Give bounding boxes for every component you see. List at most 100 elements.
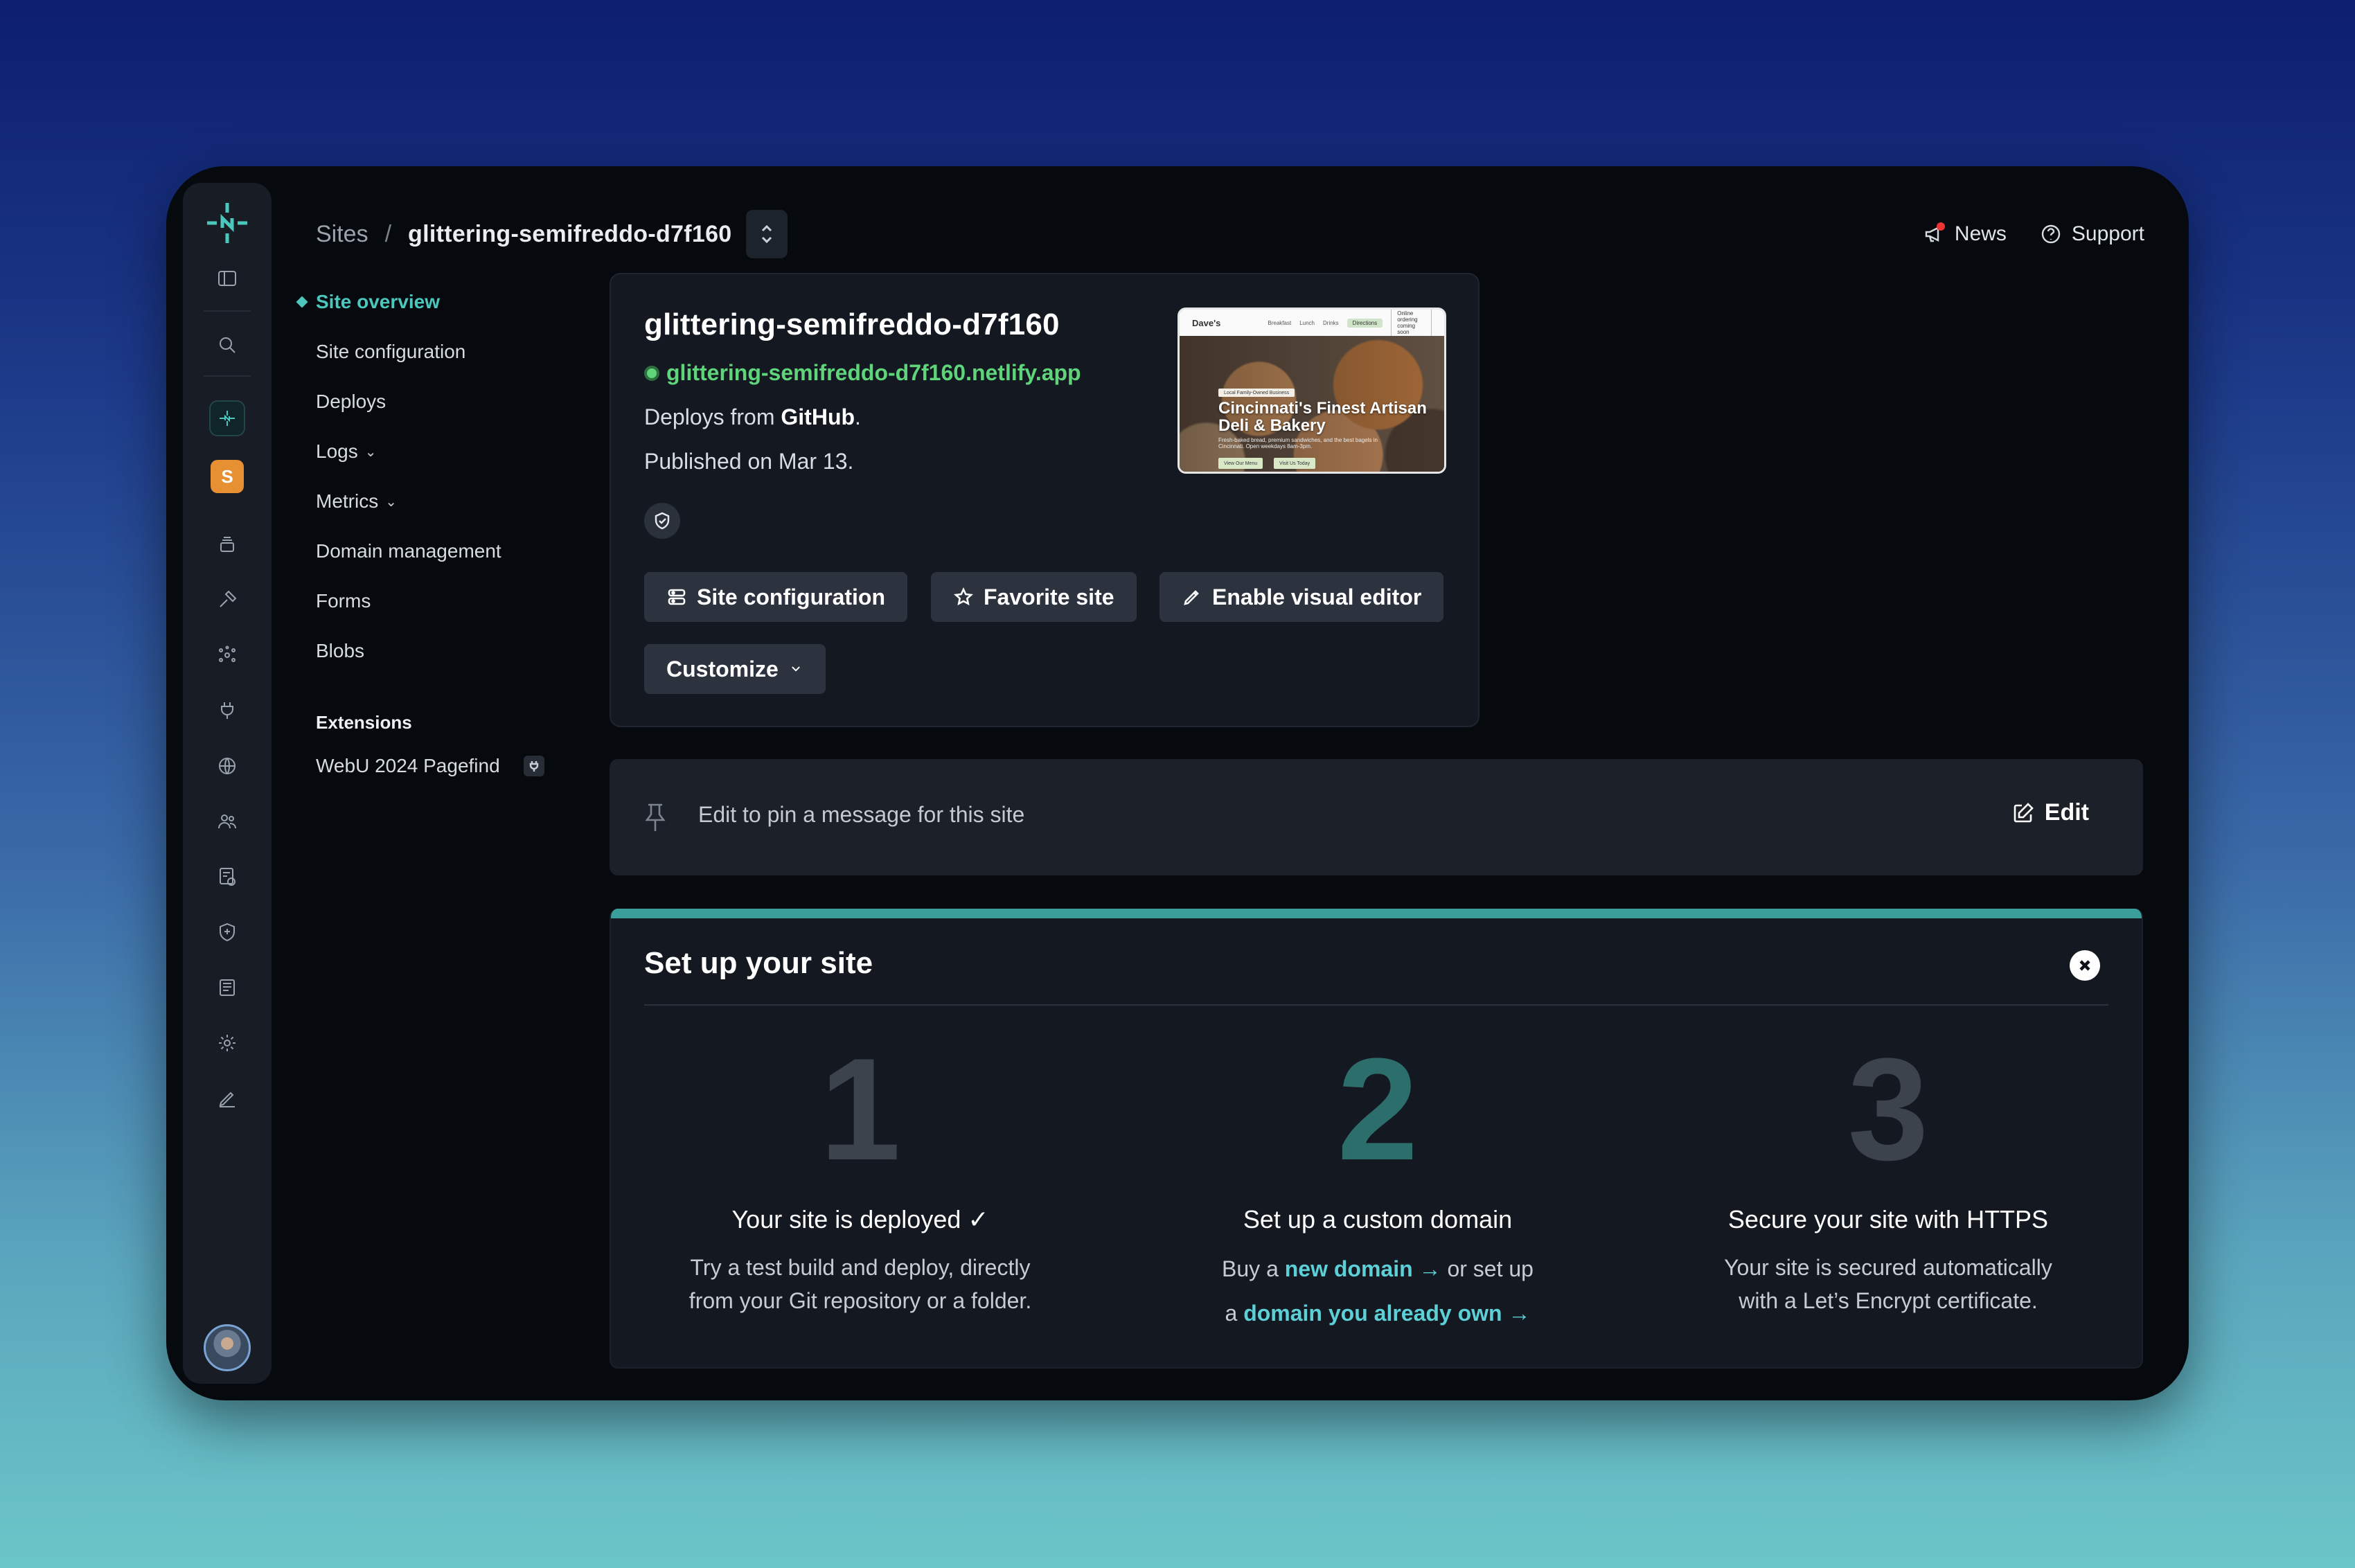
- preview-nav-pill: Online ordering coming soon: [1391, 310, 1432, 337]
- pin-icon: [641, 801, 669, 837]
- nav-label: Forms: [316, 590, 371, 612]
- chevron-down-icon: ⌄: [385, 494, 397, 510]
- step-desc-text: or set up: [1441, 1256, 1534, 1281]
- setup-step-1: 1 Your site is deployed ✓ Try a test bui…: [611, 1026, 1110, 1317]
- deploy-source-suffix: .: [855, 404, 861, 429]
- tools-icon[interactable]: [208, 580, 247, 619]
- step-desc-text: a: [1225, 1301, 1244, 1326]
- avatar[interactable]: [204, 1324, 251, 1371]
- edit-icon[interactable]: [208, 1079, 247, 1118]
- security-icon[interactable]: [208, 913, 247, 952]
- team-badge[interactable]: S: [211, 460, 244, 493]
- preview-tag: Local Family-Owned Business: [1218, 389, 1295, 397]
- edit-square-icon: [2014, 802, 2034, 822]
- step-desc-line: with a Let’s Encrypt certificate.: [1739, 1288, 2038, 1313]
- step-desc-line: Try a test build and deploy, directly: [690, 1255, 1031, 1280]
- edit-pin-button[interactable]: Edit: [2011, 799, 2089, 826]
- site-name: glittering-semifreddo-d7f160: [644, 308, 1060, 341]
- projects-icon[interactable]: [209, 400, 245, 436]
- preview-nav-link: Drinks: [1323, 319, 1339, 326]
- button-label: Site configuration: [697, 584, 885, 609]
- setup-step-2: 2 Set up a custom domain Buy a new domai…: [1128, 1026, 1627, 1335]
- breadcrumb-sites-link[interactable]: Sites: [316, 221, 368, 248]
- sliders-icon: [668, 589, 686, 605]
- site-switcher-button[interactable]: [745, 210, 788, 258]
- breadcrumb-separator: /: [384, 220, 392, 247]
- search-icon[interactable]: [208, 326, 247, 364]
- nav-label: Deploys: [316, 391, 386, 412]
- step-desc-line: Your site is secured automatically: [1724, 1255, 2052, 1280]
- breadcrumb: Sites / glittering-semifreddo-d7f160: [316, 209, 788, 259]
- customize-dropdown[interactable]: Customize: [644, 644, 826, 694]
- help-circle-icon: [2041, 224, 2061, 244]
- deploy-source-prefix: Deploys from: [644, 404, 781, 429]
- close-icon[interactable]: [2070, 950, 2100, 981]
- button-label: Customize: [666, 656, 779, 681]
- netlify-logo-icon[interactable]: [202, 198, 252, 248]
- preview-subtitle: Fresh-baked bread, premium sandwiches, a…: [1218, 437, 1378, 449]
- step-desc-line: a domain you already own →: [1128, 1291, 1627, 1335]
- sidebar-toggle-icon[interactable]: [208, 259, 247, 298]
- button-label: Enable visual editor: [1212, 584, 1422, 609]
- topbar-actions: News Support: [1923, 209, 2144, 259]
- status-dot: [644, 365, 659, 381]
- site-configuration-button[interactable]: Site configuration: [644, 572, 907, 622]
- step-title: Your site is deployed ✓: [731, 1205, 989, 1233]
- nav-label: Site overview: [316, 291, 440, 312]
- support-button[interactable]: Support: [2040, 222, 2144, 246]
- members-icon[interactable]: [208, 802, 247, 841]
- deploy-source-name: GitHub: [781, 404, 855, 429]
- star-icon: [954, 587, 973, 606]
- globe-icon[interactable]: [208, 747, 247, 785]
- existing-domain-link[interactable]: domain you already own →: [1243, 1301, 1530, 1326]
- pin-message-placeholder: Edit to pin a message for this site: [698, 802, 1025, 827]
- billing-icon[interactable]: [208, 857, 247, 896]
- plug-icon: [523, 756, 544, 776]
- setup-card: Set up your site 1 Your site is deployed…: [610, 909, 2143, 1369]
- step-desc-line: Buy a new domain → or set up: [1128, 1247, 1627, 1291]
- breadcrumb-current-site: glittering-semifreddo-d7f160: [408, 220, 732, 247]
- docs-icon[interactable]: [208, 968, 247, 1007]
- step-description: Try a test build and deploy, directly fr…: [611, 1251, 1110, 1317]
- chevron-down-icon: [791, 666, 800, 672]
- setup-step-3: 3 Secure your site with HTTPS Your site …: [1639, 1026, 2138, 1317]
- button-label: Favorite site: [984, 584, 1114, 609]
- plug-icon[interactable]: [208, 691, 247, 730]
- preview-nav-link: Lunch: [1299, 319, 1315, 326]
- preview-button: Visit Us Today: [1274, 458, 1316, 469]
- deploy-source: Deploys from GitHub.: [644, 404, 861, 430]
- builds-icon[interactable]: [208, 525, 247, 564]
- news-button[interactable]: News: [1923, 222, 2007, 246]
- preview-nav-pill: Directions: [1347, 318, 1383, 328]
- new-domain-link[interactable]: new domain →: [1285, 1256, 1441, 1281]
- settings-icon[interactable]: [208, 1024, 247, 1062]
- step-number: 3: [1847, 1028, 1929, 1191]
- preview-brand: Dave's: [1192, 317, 1221, 328]
- enable-visual-editor-button[interactable]: Enable visual editor: [1159, 572, 1444, 622]
- nav-label: Site configuration: [316, 341, 466, 362]
- support-label: Support: [2071, 222, 2144, 245]
- chevron-down-icon: ⌄: [364, 444, 377, 460]
- nav-label: Logs: [316, 440, 358, 462]
- step-number: 2: [1337, 1028, 1419, 1191]
- chevron-up-down-icon: [761, 224, 772, 244]
- published-date: Published on Mar 13.: [644, 449, 854, 474]
- step-description: Buy a new domain → or set up a domain yo…: [1128, 1247, 1627, 1335]
- setup-accent-bar: [611, 909, 2142, 918]
- nav-label: Domain management: [316, 540, 501, 562]
- site-url-text: glittering-semifreddo-d7f160.netlify.app: [666, 360, 1081, 385]
- step-title: Secure your site with HTTPS: [1727, 1205, 2049, 1233]
- pinned-message-bar[interactable]: Edit to pin a message for this site Edit: [610, 759, 2143, 875]
- site-summary-card: glittering-semifreddo-d7f160 glittering-…: [610, 273, 1479, 727]
- news-label: News: [1954, 222, 2007, 245]
- pencil-icon: [1184, 590, 1199, 605]
- app-window: S Sites / glittering-semifreddo-d7f160 N…: [166, 166, 2189, 1400]
- favorite-site-button[interactable]: Favorite site: [931, 572, 1137, 622]
- badge-check-icon[interactable]: [644, 503, 680, 539]
- nav-label: WebU 2024 Pagefind: [316, 755, 500, 776]
- setup-divider: [644, 1004, 2108, 1006]
- site-url-link[interactable]: glittering-semifreddo-d7f160.netlify.app: [644, 360, 1081, 386]
- preview-button: View Our Menu: [1218, 458, 1263, 469]
- integrations-icon[interactable]: [208, 636, 247, 675]
- site-preview-thumbnail[interactable]: Dave's Breakfast Lunch Drinks Directions…: [1178, 308, 1446, 474]
